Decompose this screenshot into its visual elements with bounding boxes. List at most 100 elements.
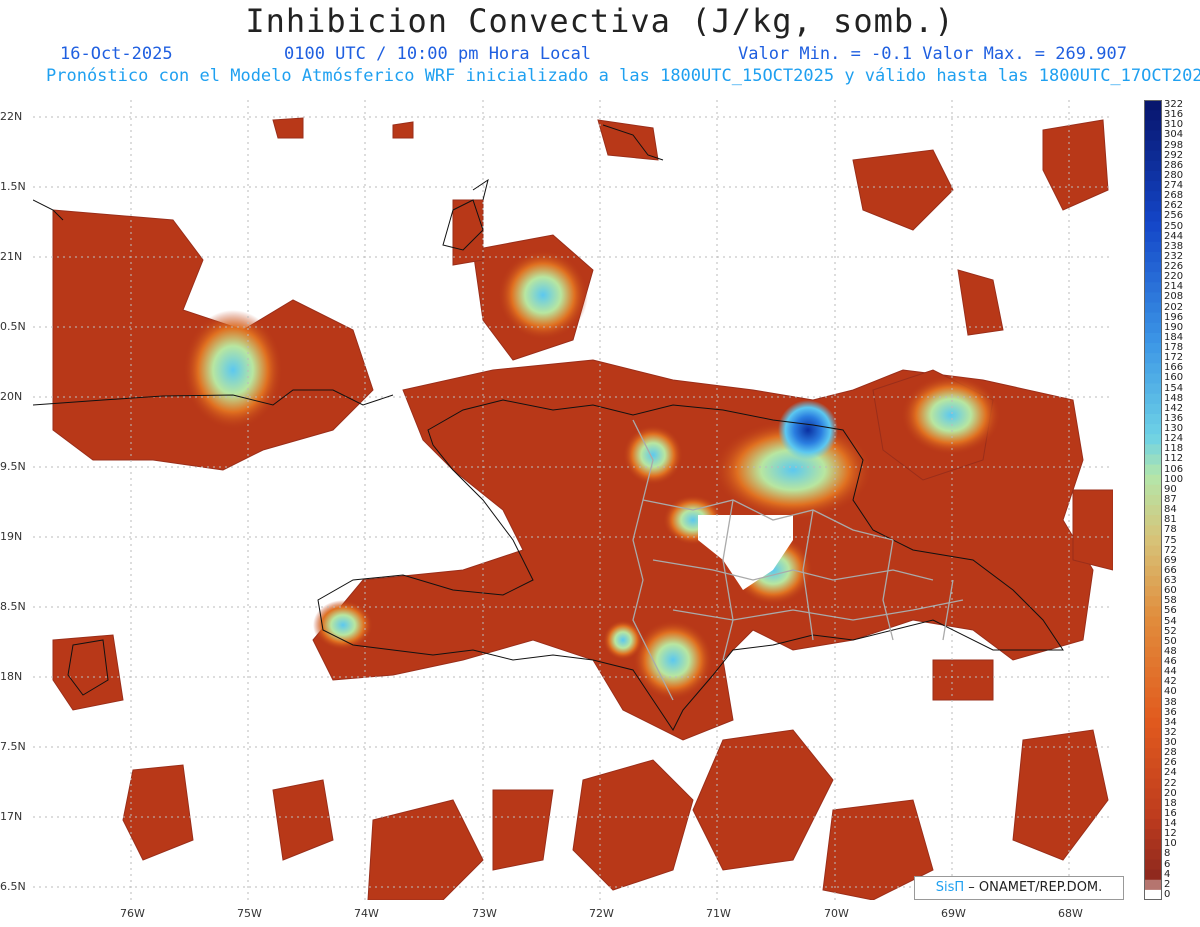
colorbar-swatch — [1144, 110, 1162, 121]
colorbar-swatch — [1144, 829, 1162, 840]
colorbar-swatch — [1144, 636, 1162, 648]
colorbar-swatch — [1144, 494, 1162, 506]
colorbar-swatch — [1144, 717, 1162, 729]
colorbar-swatch — [1144, 748, 1162, 759]
colorbar-swatch — [1144, 768, 1162, 779]
cin-map — [33, 100, 1113, 900]
colorbar-swatch — [1144, 353, 1162, 364]
colorbar-swatch — [1144, 201, 1162, 212]
colorbar-swatch — [1144, 332, 1162, 344]
lon-label: 72W — [589, 907, 614, 920]
colorbar-swatch — [1144, 586, 1162, 597]
colorbar-swatch — [1144, 464, 1162, 476]
value-range: Valor Min. = -0.1 Valor Max. = 269.907 — [738, 44, 1127, 64]
colorbar-swatch — [1144, 150, 1162, 162]
colorbar-label: 0 — [1164, 888, 1171, 900]
colorbar-swatch — [1144, 525, 1162, 536]
chart-title: Inhibicion Convectiva (J/kg, somb.) — [245, 2, 955, 40]
colorbar-swatch — [1144, 889, 1162, 900]
lon-label: 69W — [941, 907, 966, 920]
forecast-time: 0100 UTC / 10:00 pm Hora Local — [284, 44, 592, 64]
colorbar-swatch — [1144, 606, 1162, 617]
colorbar-swatch — [1144, 292, 1162, 304]
colorbar-label: 112 — [1164, 453, 1184, 465]
colorbar-swatch — [1144, 282, 1162, 293]
colorbar-swatch — [1144, 474, 1162, 486]
colorbar-swatch — [1144, 808, 1162, 820]
colorbar-label: 256 — [1164, 210, 1184, 222]
colorbar-swatch — [1144, 707, 1162, 719]
colorbar-swatch — [1144, 484, 1162, 496]
cin-field — [52, 117, 1113, 900]
colorbar-swatch — [1144, 160, 1162, 172]
colorbar-swatch — [1144, 454, 1162, 466]
colorbar-swatch — [1144, 839, 1162, 850]
lon-label: 74W — [354, 907, 379, 920]
colorbar-swatch — [1144, 515, 1162, 526]
lat-label: 7.5N — [0, 740, 26, 753]
colorbar-swatch — [1144, 140, 1162, 152]
colorbar-swatch — [1144, 272, 1162, 283]
colorbar-swatch — [1144, 555, 1162, 567]
colorbar-label: 40 — [1164, 686, 1177, 698]
colorbar-swatch — [1144, 849, 1162, 860]
colorbar-swatch — [1144, 343, 1162, 354]
lat-label: 9.5N — [0, 460, 26, 473]
model-info: Pronóstico con el Modelo Atmósferico WRF… — [46, 66, 1200, 86]
colorbar-swatch — [1144, 251, 1162, 263]
colorbar-swatch — [1144, 869, 1162, 881]
lon-label: 68W — [1058, 907, 1083, 920]
colorbar-swatch — [1144, 363, 1162, 374]
colorbar-swatch — [1144, 565, 1162, 577]
colorbar-label: 160 — [1164, 372, 1184, 384]
colorbar-swatch — [1144, 778, 1162, 790]
colorbar-swatch — [1144, 120, 1162, 131]
colorbar-swatch — [1144, 221, 1162, 233]
forecast-date: 16-Oct-2025 — [60, 44, 173, 64]
colorbar-label: 24 — [1164, 767, 1177, 779]
lat-label: 18N — [0, 670, 23, 683]
lon-label: 70W — [824, 907, 849, 920]
lat-label: 19N — [0, 530, 23, 543]
colorbar-swatch — [1144, 596, 1162, 607]
colorbar-label: 75 — [1164, 534, 1177, 546]
lat-label: 20N — [0, 390, 23, 403]
colorbar-swatch — [1144, 798, 1162, 810]
lat-label: 21N — [0, 250, 23, 263]
colorbar-label: 78 — [1164, 524, 1177, 536]
colorbar-swatch — [1144, 302, 1162, 314]
colorbar-swatch — [1144, 575, 1162, 587]
colorbar-swatch — [1144, 191, 1162, 202]
colorbar-swatch — [1144, 646, 1162, 658]
colorbar-swatch — [1144, 758, 1162, 769]
colorbar-swatch — [1144, 241, 1162, 253]
colorbar-swatch — [1144, 879, 1162, 891]
credit-box: SisΠ – ONAMET/REP.DOM. — [914, 876, 1124, 900]
colorbar-swatch — [1144, 737, 1162, 749]
colorbar-label: 56 — [1164, 605, 1177, 617]
lon-label: 73W — [472, 907, 497, 920]
colorbar-swatch — [1144, 373, 1162, 385]
colorbar-swatch — [1144, 788, 1162, 800]
colorbar-swatch — [1144, 403, 1162, 415]
lat-label: 8.5N — [0, 600, 26, 613]
colorbar-swatch — [1144, 393, 1162, 405]
colorbar-swatch — [1144, 181, 1162, 192]
colorbar-swatch — [1144, 727, 1162, 739]
colorbar — [1144, 100, 1162, 900]
colorbar-swatch — [1144, 130, 1162, 142]
colorbar-swatch — [1144, 312, 1162, 324]
colorbar-swatch — [1144, 505, 1162, 516]
colorbar-swatch — [1144, 859, 1162, 871]
colorbar-swatch — [1144, 667, 1162, 678]
colorbar-label: 208 — [1164, 291, 1184, 303]
lon-label: 75W — [237, 907, 262, 920]
lat-label: 22N — [0, 110, 23, 123]
lat-label: 17N — [0, 810, 23, 823]
colorbar-swatch — [1144, 535, 1162, 547]
colorbar-swatch — [1144, 170, 1162, 182]
colorbar-swatch — [1144, 413, 1162, 425]
colorbar-swatch — [1144, 322, 1162, 334]
credit-text: – ONAMET/REP.DOM. — [964, 880, 1103, 895]
colorbar-swatch — [1144, 616, 1162, 628]
